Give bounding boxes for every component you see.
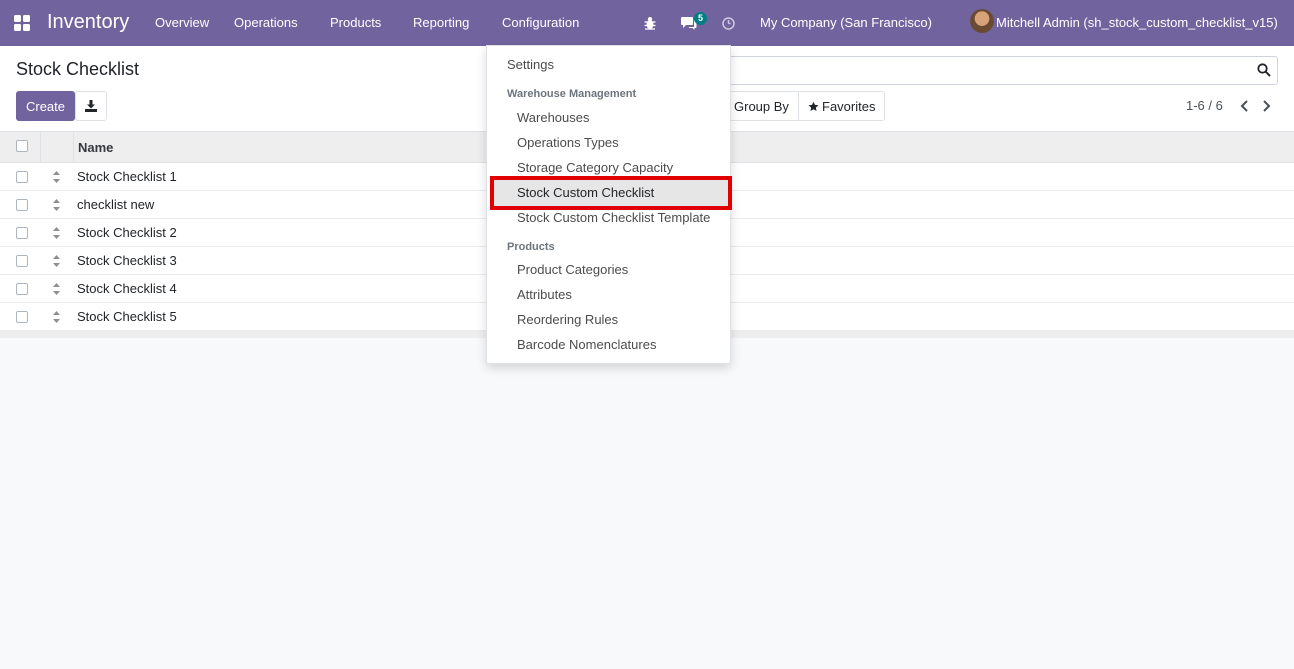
avatar[interactable]	[970, 9, 994, 33]
row-checkbox[interactable]	[16, 311, 28, 323]
search-icon[interactable]	[1257, 63, 1271, 77]
menu-operations[interactable]: Operations	[234, 15, 298, 30]
bug-icon[interactable]	[644, 16, 656, 30]
page-title: Stock Checklist	[16, 59, 140, 79]
configuration-dropdown: Settings Warehouse Management Warehouses…	[486, 45, 732, 364]
drag-handle-icon[interactable]	[52, 226, 61, 240]
menu-item-reordering-rules[interactable]: Reordering Rules	[517, 312, 618, 327]
export-button[interactable]	[75, 91, 107, 121]
user-menu[interactable]: Mitchell Admin (sh_stock_custom_checklis…	[996, 15, 1278, 30]
star-icon	[808, 101, 819, 111]
company-switcher[interactable]: My Company (San Francisco)	[760, 15, 932, 30]
apps-menu-icon[interactable]	[14, 15, 32, 31]
menu-configuration[interactable]: Configuration	[502, 15, 579, 30]
row-name[interactable]: Stock Checklist 5	[77, 309, 177, 324]
menu-item-operations-types[interactable]: Operations Types	[517, 135, 619, 150]
row-name[interactable]: Stock Checklist 1	[77, 169, 177, 184]
app-name[interactable]: Inventory	[47, 11, 129, 34]
column-header-name[interactable]: Name	[78, 140, 113, 155]
search-input[interactable]	[720, 56, 1278, 85]
menu-item-stock-custom-checklist[interactable]: Stock Custom Checklist	[517, 185, 654, 200]
download-icon	[85, 100, 97, 112]
row-name[interactable]: Stock Checklist 3	[77, 253, 177, 268]
drag-handle-icon[interactable]	[52, 198, 61, 212]
drag-handle-icon[interactable]	[52, 310, 61, 324]
row-name[interactable]: checklist new	[77, 197, 154, 212]
menu-item-storage-category-capacity[interactable]: Storage Category Capacity	[517, 160, 673, 175]
drag-handle-icon[interactable]	[52, 254, 61, 268]
group-by-button[interactable]: Group By	[721, 92, 799, 120]
drag-handle-icon[interactable]	[52, 282, 61, 296]
row-name[interactable]: Stock Checklist 4	[77, 281, 177, 296]
select-all-checkbox[interactable]	[16, 140, 28, 152]
pager-value[interactable]: 1-6 / 6	[1186, 98, 1223, 113]
menu-item-settings[interactable]: Settings	[507, 57, 554, 72]
column-divider	[40, 132, 41, 163]
favorites-button[interactable]: Favorites	[799, 92, 875, 120]
menu-item-attributes[interactable]: Attributes	[517, 287, 572, 302]
row-checkbox[interactable]	[16, 283, 28, 295]
column-divider	[73, 132, 74, 163]
menu-item-stock-custom-checklist-template[interactable]: Stock Custom Checklist Template	[517, 210, 710, 225]
search-options: Group By Favorites	[720, 91, 885, 121]
clock-icon[interactable]	[722, 17, 735, 30]
row-name[interactable]: Stock Checklist 2	[77, 225, 177, 240]
menu-item-product-categories[interactable]: Product Categories	[517, 262, 628, 277]
create-button[interactable]: Create	[16, 91, 75, 121]
menu-overview[interactable]: Overview	[155, 15, 209, 30]
section-header-warehouse: Warehouse Management	[507, 88, 637, 100]
favorites-label: Favorites	[822, 98, 876, 114]
chevron-right-icon[interactable]	[1262, 100, 1271, 112]
row-checkbox[interactable]	[16, 199, 28, 211]
row-checkbox[interactable]	[16, 255, 28, 267]
menu-item-warehouses[interactable]: Warehouses	[517, 110, 590, 125]
message-count-badge: 5	[694, 12, 708, 25]
top-navbar: Inventory Overview Operations Products R…	[0, 0, 1294, 46]
group-by-label: Group By	[734, 98, 789, 114]
menu-item-barcode-nomenclatures[interactable]: Barcode Nomenclatures	[517, 337, 656, 352]
menu-products[interactable]: Products	[330, 15, 381, 30]
row-checkbox[interactable]	[16, 227, 28, 239]
chevron-left-icon[interactable]	[1240, 100, 1249, 112]
drag-handle-icon[interactable]	[52, 170, 61, 184]
section-header-products: Products	[507, 241, 555, 253]
menu-reporting[interactable]: Reporting	[413, 15, 469, 30]
row-checkbox[interactable]	[16, 171, 28, 183]
